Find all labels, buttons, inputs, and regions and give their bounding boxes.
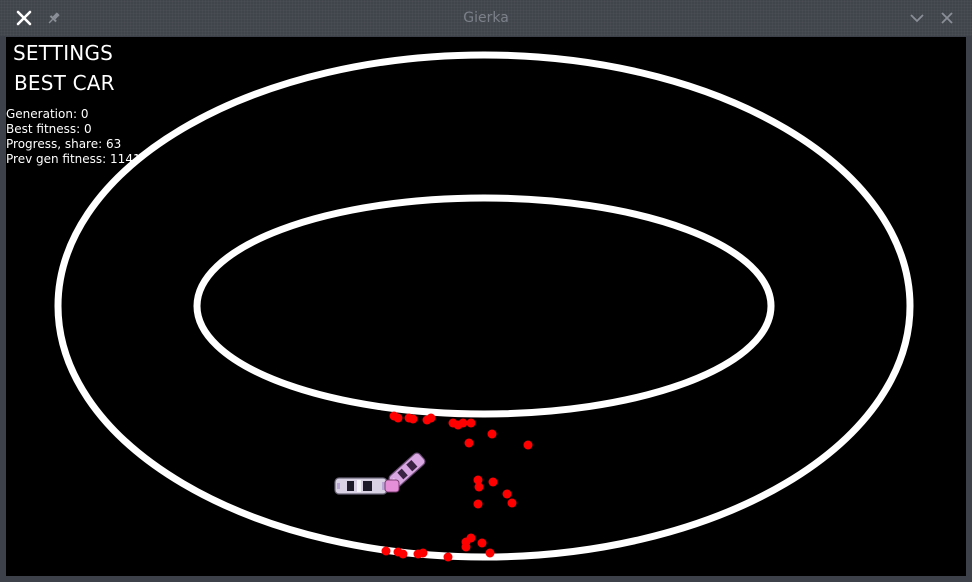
crash-marker bbox=[393, 413, 403, 423]
crash-marker bbox=[408, 414, 418, 424]
stat-prev-gen-fitness: Prev gen fitness: 1141 bbox=[6, 152, 141, 167]
car bbox=[334, 477, 388, 495]
crash-markers bbox=[381, 411, 533, 562]
minimize-button[interactable] bbox=[906, 7, 928, 29]
window-title: Gierka bbox=[463, 10, 509, 26]
crash-marker bbox=[381, 546, 391, 556]
stat-best-fitness: Best fitness: 0 bbox=[6, 122, 141, 137]
crash-marker bbox=[466, 418, 476, 428]
inner-track-border bbox=[193, 194, 775, 418]
pin-button[interactable] bbox=[43, 7, 65, 29]
crash-marker bbox=[507, 498, 517, 508]
race-scene bbox=[54, 51, 914, 562]
crash-marker bbox=[523, 440, 533, 450]
crash-marker bbox=[398, 549, 408, 559]
crash-marker bbox=[466, 533, 476, 543]
outer-track-border bbox=[54, 51, 914, 561]
crash-marker bbox=[418, 548, 428, 558]
stat-label: Best fitness: bbox=[6, 122, 81, 136]
stat-value: 1141 bbox=[110, 152, 141, 166]
crash-marker bbox=[477, 538, 487, 548]
close-icon bbox=[941, 12, 953, 24]
crash-marker bbox=[464, 438, 474, 448]
window-close-button[interactable] bbox=[936, 7, 958, 29]
crash-marker bbox=[461, 542, 471, 552]
stats-panel: Generation: 0 Best fitness: 0 Progress, … bbox=[6, 107, 141, 167]
crash-marker bbox=[458, 418, 468, 428]
app-window: Gierka SETTINGS BEST CAR Generation: 0 B… bbox=[0, 0, 972, 582]
crash-marker bbox=[473, 499, 483, 509]
game-canvas[interactable]: SETTINGS BEST CAR Generation: 0 Best fit… bbox=[6, 37, 966, 576]
close-button[interactable] bbox=[13, 7, 35, 29]
chevron-down-icon bbox=[910, 14, 924, 23]
crash-marker bbox=[502, 489, 512, 499]
stat-label: Generation: bbox=[6, 107, 77, 121]
best-car-button[interactable]: BEST CAR bbox=[14, 71, 115, 95]
crash-marker bbox=[426, 413, 436, 423]
car bbox=[384, 479, 400, 493]
settings-button[interactable]: SETTINGS bbox=[13, 41, 113, 65]
stat-value: 0 bbox=[84, 122, 92, 136]
stat-value: 0 bbox=[80, 107, 89, 121]
stat-generation: Generation: 0 bbox=[6, 107, 141, 122]
crash-marker bbox=[474, 482, 484, 492]
x-icon bbox=[16, 10, 32, 26]
crash-marker bbox=[487, 429, 497, 439]
crash-marker bbox=[488, 477, 498, 487]
crash-marker bbox=[443, 552, 453, 562]
stat-value: 63 bbox=[105, 137, 122, 151]
title-bar: Gierka bbox=[0, 0, 972, 36]
stat-label: Progress, share: bbox=[6, 137, 103, 151]
crash-marker bbox=[485, 548, 495, 558]
stat-label: Prev gen fitness: bbox=[6, 152, 107, 166]
stat-progress-share: Progress, share: 63 bbox=[6, 137, 141, 152]
pin-icon bbox=[48, 12, 60, 24]
